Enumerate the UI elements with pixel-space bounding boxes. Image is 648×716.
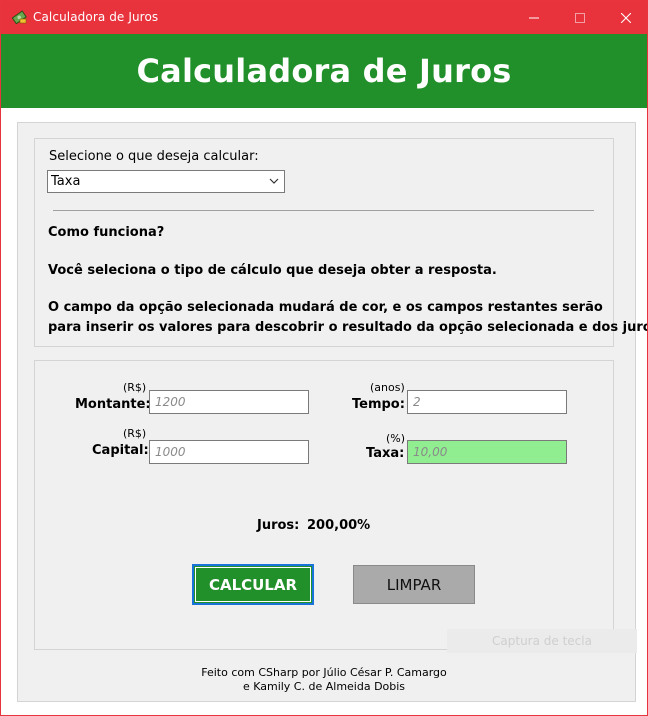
- tempo-input[interactable]: 2: [407, 390, 567, 414]
- juros-value: 200,00%: [307, 518, 371, 533]
- capital-unit: (R$): [123, 427, 147, 440]
- money-icon: [12, 10, 27, 24]
- selector-label: Selecione o que deseja calcular:: [49, 149, 259, 164]
- montante-unit: (R$): [123, 381, 147, 394]
- montante-input[interactable]: 1200: [149, 390, 309, 414]
- app-window: Calculadora de Juros Calculadora de Juro…: [0, 0, 648, 716]
- capital-input[interactable]: 1000: [149, 440, 309, 464]
- help-heading: Como funciona?: [48, 225, 165, 240]
- calcular-button[interactable]: CALCULAR: [192, 564, 314, 605]
- taxa-input[interactable]: 10,00: [407, 440, 567, 464]
- credits-line-2: e Kamily C. de Almeida Dobis: [242, 680, 406, 693]
- capital-label: Capital:: [92, 443, 149, 458]
- chevron-down-icon: [269, 178, 279, 184]
- divider: [53, 210, 594, 211]
- minimize-button[interactable]: [511, 1, 557, 34]
- calculation-type-value: Taxa: [51, 174, 81, 189]
- page-title: Calculadora de Juros: [136, 52, 512, 90]
- help-text-3: para inserir os valores para descobrir o…: [48, 320, 648, 335]
- ghost-overlay-text: Captura de tecla: [447, 629, 637, 653]
- montante-label: Montante:: [75, 397, 151, 412]
- maximize-button[interactable]: [557, 1, 603, 34]
- limpar-button[interactable]: LIMPAR: [353, 565, 475, 604]
- credits-line-1: Feito com CSharp por Júlio César P. Cama…: [201, 666, 447, 679]
- tempo-unit: (anos): [370, 381, 405, 394]
- calculation-type-select[interactable]: Taxa: [47, 170, 285, 193]
- maximize-icon: [575, 12, 585, 23]
- window-title: Calculadora de Juros: [33, 10, 159, 24]
- tempo-label: Tempo:: [352, 397, 405, 412]
- taxa-label: Taxa:: [366, 446, 405, 461]
- title-bar[interactable]: Calculadora de Juros: [1, 1, 647, 34]
- help-text-2: O campo da opção selecionada mudará de c…: [48, 300, 603, 315]
- taxa-unit: (%): [386, 432, 406, 445]
- close-button[interactable]: [603, 1, 647, 34]
- close-icon: [621, 12, 631, 23]
- app-header: Calculadora de Juros: [1, 34, 647, 108]
- minimize-icon: [529, 17, 539, 18]
- help-text-1: Você seleciona o tipo de cálculo que des…: [48, 263, 497, 278]
- juros-label: Juros:: [257, 518, 300, 533]
